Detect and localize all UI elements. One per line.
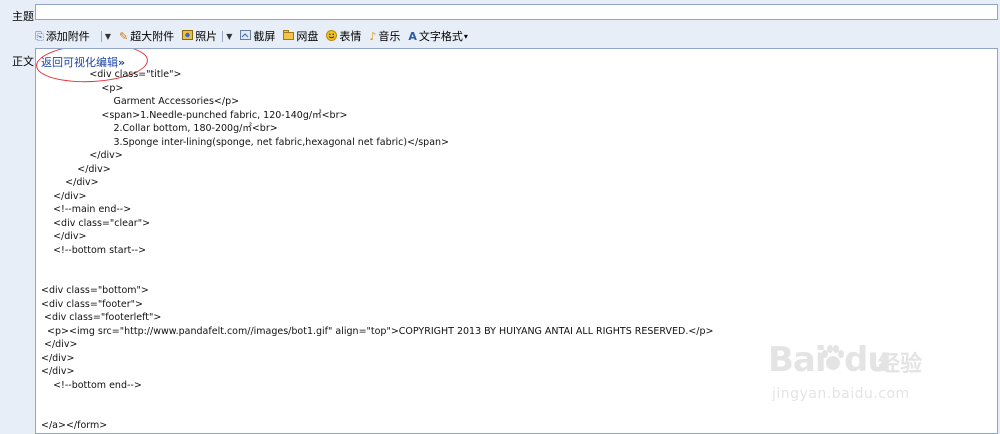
- code-line: <div class="title">: [41, 69, 182, 80]
- music-icon: ♪: [369, 29, 377, 43]
- code-line: </div>: [41, 366, 75, 377]
- code-line: <!--main end-->: [41, 204, 132, 215]
- code-line: 2.Collar bottom, 180-200g/㎡<br>: [41, 123, 278, 134]
- code-line: Garment Accessories</p>: [41, 96, 240, 107]
- watermark-text-bai: Bai: [768, 340, 827, 380]
- code-line: </div>: [41, 352, 75, 364]
- large-attachment-label: 超大附件: [130, 30, 175, 43]
- screenshot-label: 截屏: [253, 30, 276, 43]
- code-line: <!--bottom start-->: [41, 244, 147, 256]
- code-line: </div>: [41, 163, 111, 175]
- code-line: </div>: [41, 150, 123, 161]
- code-line: <span>1.Needle-punched fabric, 120-140g/…: [41, 109, 348, 121]
- code-line: <div class="clear">: [41, 217, 151, 229]
- paperclip-icon: ⎘: [35, 29, 44, 43]
- code-line: 3.Sponge inter-lining(sponge, net fabric…: [41, 136, 450, 148]
- netdisk-icon: [283, 30, 295, 42]
- code-line: <div class="footerleft">: [41, 312, 162, 323]
- code-line: <div class="footer">: [41, 298, 143, 310]
- netdisk-button[interactable]: 网盘: [283, 28, 318, 44]
- add-attachment-button[interactable]: ⎘ 添加附件: [35, 28, 90, 44]
- watermark-url: jingyan.baidu.com: [772, 386, 910, 402]
- code-line: </div>: [41, 177, 99, 188]
- photo-button[interactable]: 照片: [182, 28, 217, 44]
- music-button[interactable]: ♪ 音乐: [369, 28, 400, 44]
- code-line: <div class="bottom">: [41, 285, 149, 296]
- photo-icon: [182, 30, 194, 42]
- emoticon-button[interactable]: 表情: [326, 28, 361, 44]
- chevron-down-icon[interactable]: ▼: [226, 32, 232, 41]
- body-label: 正文: [12, 55, 34, 68]
- photo-label: 照片: [195, 30, 218, 43]
- code-line: </div>: [41, 190, 87, 202]
- emoticon-label: 表情: [339, 30, 362, 43]
- add-attachment-label: 添加附件: [45, 30, 90, 43]
- large-attachment-icon: ✎: [118, 29, 129, 43]
- code-line: <p>: [41, 82, 124, 94]
- music-label: 音乐: [378, 30, 401, 43]
- toolbar-separator: [100, 30, 102, 42]
- html-source-text[interactable]: <div class="title"> <p> Garment Accessor…: [41, 68, 714, 433]
- code-line: </div>: [41, 231, 87, 242]
- code-line: </div>: [41, 339, 78, 350]
- toolbar-separator: [222, 30, 224, 42]
- netdisk-label: 网盘: [296, 30, 319, 43]
- large-attachment-button[interactable]: ✎ 超大附件: [119, 28, 174, 44]
- subject-label: 主题: [12, 10, 34, 23]
- baidu-paw-icon: [820, 344, 846, 375]
- text-format-icon: A: [408, 29, 417, 43]
- smiley-icon: [326, 29, 338, 43]
- code-line: <p><img src="http://www.pandafelt.com//i…: [41, 325, 714, 337]
- text-format-button[interactable]: A 文字格式 ▾: [408, 28, 468, 44]
- screenshot-button[interactable]: 截屏: [240, 28, 275, 44]
- code-line: <!--bottom end-->: [41, 379, 142, 391]
- subject-input[interactable]: [35, 4, 998, 20]
- chevron-down-icon[interactable]: ▼: [105, 32, 111, 41]
- chevron-down-icon: ▾: [463, 31, 468, 41]
- compose-toolbar: ⎘ 添加附件 ▼ ✎ 超大附件 照片 ▼ 截屏 网盘 表情 ♪ 音乐 A 文字格…: [35, 27, 995, 45]
- code-line: </a></form>: [41, 420, 108, 431]
- screenshot-icon: [240, 30, 252, 42]
- baidu-jingyan-watermark: Bai du 经验 jingyan.baidu.com: [760, 340, 960, 410]
- watermark-text-jingyan: 经验: [878, 352, 923, 377]
- text-format-label: 文字格式: [418, 30, 463, 43]
